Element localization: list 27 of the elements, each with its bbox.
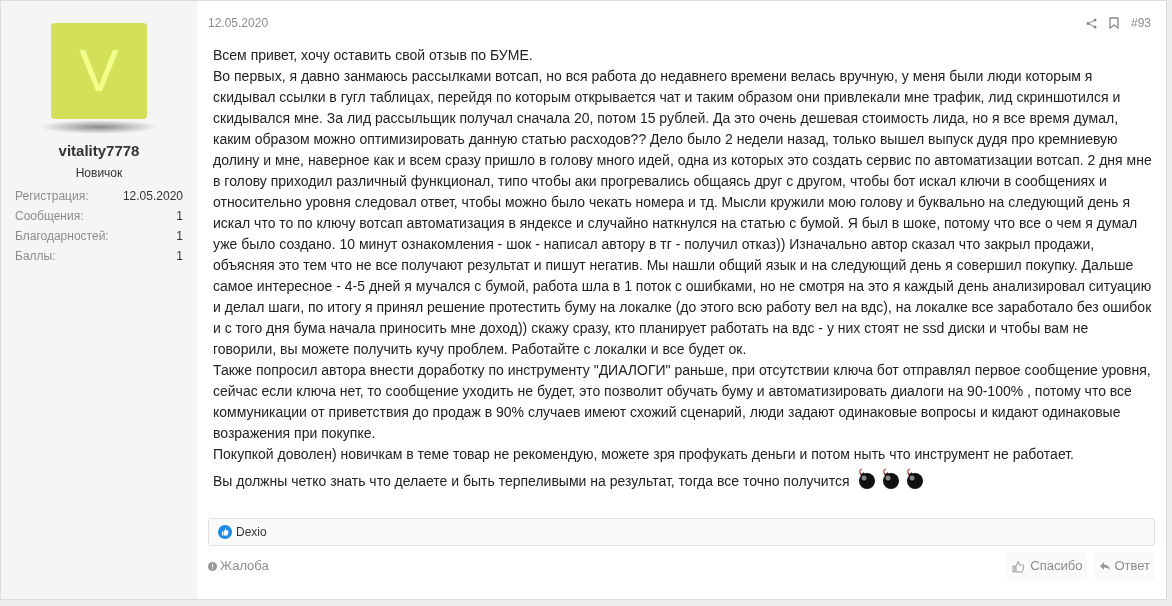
reply-button[interactable]: Ответ: [1095, 552, 1155, 580]
post-paragraph: Во первых, я давно занмаюсь рассылками вотсап, но вся работа до недавнего времени велась вручную, у меня были люди которым я скидывал ссылки в гугл таблицах, перейдя по которым открывается чат и таким образом они привлекали мне трафик, лид скриншотился и скидывался мне. За лид рассыльщик получал сначала 20, потом 15 рублей. Да это очень дешевая стоимость лида, но я все время думал, каким образом можно оптимизировать данную статью расходов?? Дело было 2 недели назад, только вышел выпуск дудя про кремниевую долину и мне, наверное как и всем сразу пришло в голову много идей, одна из которых это создать сервис по автоматизации вотсап. 2 дня мне в голову приходил различный функционал, типо чтобы аки прогревались общаясь друг с другом, чтобы бот искал ключи в сообщениях и относительно уровня следовал ответ, чтобы можно было чекать номера и тд. Мысли кружили мою голову и буквально на следующий день я искал что то по ключу вотсап автоматизация в яндексе и случайно наткнулся на статью с бумой. Я был в шоке, потому что все о чем я думал уже было создано. 10 минут ознакомления - шок - написал автору в тг - получил отказ)) Изначально автор сказал что закрыл продажи, объясняя это тем что не все получают результат и пишут негатив. Мы нашли общий язык и на следующий день я совершил покупку. Дальше самое интересное - 4-5 дней я мучался с бумой, работа шла в 1 поток с ошибками, но не смотря на это я каждый день анализировал ситуацию и делал шаги, по итогу я принял решение протестить буму на локалке (до этого всю работу вел на вдс), на локалке все заработало без ошибок и с того дня бума начала приносить мне доход)) скажу сразу, кто планирует работать на вдс - у них стоят не ssd диски и чтобы вам не говорили, вы можете получить кучу проблем. Работайте с локалки и все будет ок.: [213, 67, 1153, 359]
username[interactable]: vitality7778: [58, 140, 140, 163]
stat-label: Благодарностей:: [15, 227, 109, 245]
stat-label: Сообщения:: [15, 207, 84, 225]
bookmark-icon[interactable]: [1108, 17, 1119, 29]
stat-label: Регистрация:: [15, 187, 89, 205]
reply-icon: [1100, 561, 1111, 571]
like-user-link[interactable]: Dexio: [236, 523, 267, 541]
exclamation-icon: [208, 561, 217, 571]
thumbs-up-icon: [1012, 559, 1026, 573]
thumbs-up-icon: [218, 525, 232, 539]
stat-value: 1: [176, 227, 183, 245]
stat-label: Баллы:: [15, 247, 56, 265]
post-paragraph: Всем привет, хочу оставить свой отзыв по БУМЕ.: [213, 46, 534, 65]
stat-value: 1: [176, 207, 183, 225]
stat-value: 1: [176, 247, 183, 265]
post-paragraph: Покупкой доволен) новичкам в теме товар не рекомендую, можете зря профукать деньги и потом ныть что инструмент не работает.: [213, 445, 1075, 464]
user-title: Новичок: [75, 164, 123, 182]
share-icon[interactable]: [1085, 17, 1097, 29]
post-paragraph: Вы должны четко знать что делаете и быть терпеливыми на результат, тогда все точно получится: [213, 468, 1153, 492]
post-date[interactable]: 12.05.2020: [208, 14, 269, 32]
stat-value: 12.05.2020: [122, 187, 183, 205]
thanks-button[interactable]: Спасибо: [1007, 552, 1088, 580]
post-number[interactable]: #93: [1130, 14, 1151, 32]
report-button[interactable]: Жалоба: [204, 552, 273, 580]
post-paragraph: Также попросил автора внести доработку по инструменту "ДИАЛОГИ" раньше, при отсутствии ключа бот отправлял первое сообщение уровня, сейчас если ключа нет, то сообщение уходить не будет, это позволит обучать буму и автоматизировать диалоги на 90-100% , потому что все коммуникации от приветствия до продаж в 90% случаев имеют схожий сценарий, люди задают одинаковые вопросы и кидают одинаковые возражения при покупке.: [213, 361, 1152, 443]
